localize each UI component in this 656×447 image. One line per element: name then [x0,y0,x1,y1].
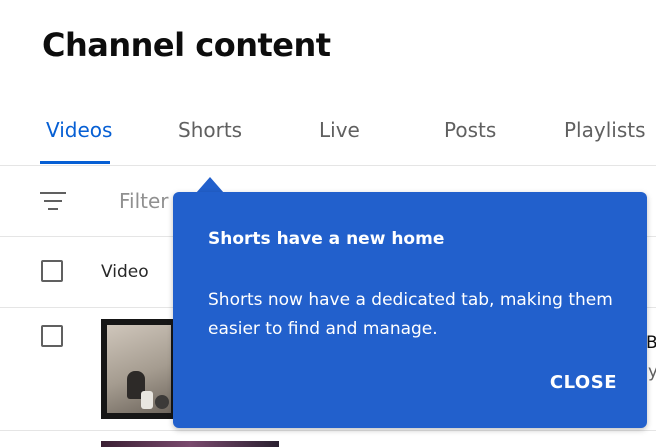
shorts-tooltip: Shorts have a new home Shorts now have a… [173,192,647,428]
tooltip-title: Shorts have a new home [208,229,445,249]
tab-videos[interactable]: Videos [46,118,112,142]
select-all-checkbox[interactable] [41,260,63,282]
tabs-divider [0,165,656,166]
tooltip-body: Shorts now have a dedicated tab, making … [208,290,613,339]
row-checkbox[interactable] [41,325,63,347]
active-tab-indicator [40,161,110,164]
tab-posts[interactable]: Posts [444,118,496,142]
filter-lines-icon[interactable] [40,189,66,213]
close-button[interactable]: CLOSE [550,372,617,393]
next-video-thumbnail[interactable] [101,441,279,447]
column-header-video: Video [101,262,149,282]
tooltip-arrow [196,177,224,193]
row-edge-text: B [646,333,656,353]
page-title: Channel content [42,26,331,64]
filter-input[interactable]: Filter [119,189,169,213]
tab-playlists[interactable]: Playlists [564,118,646,142]
tab-bar: Videos Shorts Live Posts Playlists [0,108,656,166]
tab-shorts[interactable]: Shorts [178,118,242,142]
video-thumbnail[interactable] [101,319,177,419]
row-divider [0,430,656,431]
row-edge-text-2: y [648,362,656,382]
tab-live[interactable]: Live [319,118,360,142]
